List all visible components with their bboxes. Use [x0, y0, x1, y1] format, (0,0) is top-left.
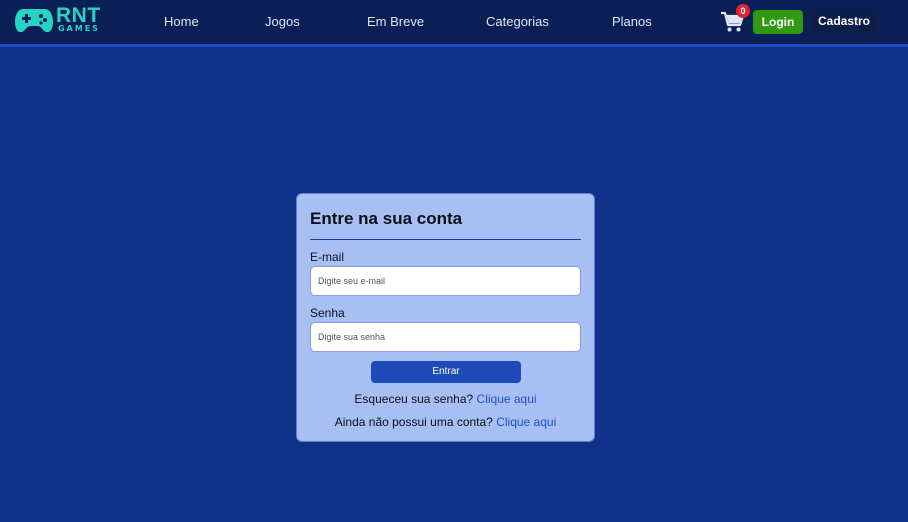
forgot-password-line: Esqueceu sua senha? Clique aqui	[297, 392, 594, 406]
login-button[interactable]: Login	[753, 10, 803, 34]
signup-link[interactable]: Clique aqui	[496, 415, 556, 429]
submit-button[interactable]: Entrar	[371, 361, 521, 383]
cart-count-badge: 0	[736, 4, 750, 18]
email-label: E-mail	[310, 250, 345, 264]
signup-button[interactable]: Cadastro	[810, 9, 878, 34]
title-divider	[310, 239, 581, 240]
nav-planos[interactable]: Planos	[612, 14, 652, 30]
password-label: Senha	[310, 306, 345, 320]
forgot-password-text: Esqueceu sua senha?	[354, 392, 474, 406]
brand-logo[interactable]: RNT GAMES	[14, 4, 106, 37]
brand-subtitle: GAMES	[58, 24, 100, 33]
email-field[interactable]	[310, 266, 581, 296]
signup-text: Ainda não possui uma conta?	[334, 415, 493, 429]
signup-line: Ainda não possui uma conta? Clique aqui	[297, 415, 594, 429]
nav-home[interactable]: Home	[164, 14, 199, 30]
gamepad-icon	[15, 9, 53, 33]
navbar: RNT GAMES Home Jogos Em Breve Categorias…	[0, 0, 908, 47]
password-field[interactable]	[310, 322, 581, 352]
nav-categorias[interactable]: Categorias	[486, 14, 549, 30]
nav-em-breve[interactable]: Em Breve	[367, 14, 424, 30]
nav-jogos[interactable]: Jogos	[265, 14, 300, 30]
login-card: Entre na sua conta E-mail Senha Entrar E…	[296, 193, 595, 442]
login-title: Entre na sua conta	[310, 209, 463, 228]
forgot-password-link[interactable]: Clique aqui	[477, 392, 537, 406]
